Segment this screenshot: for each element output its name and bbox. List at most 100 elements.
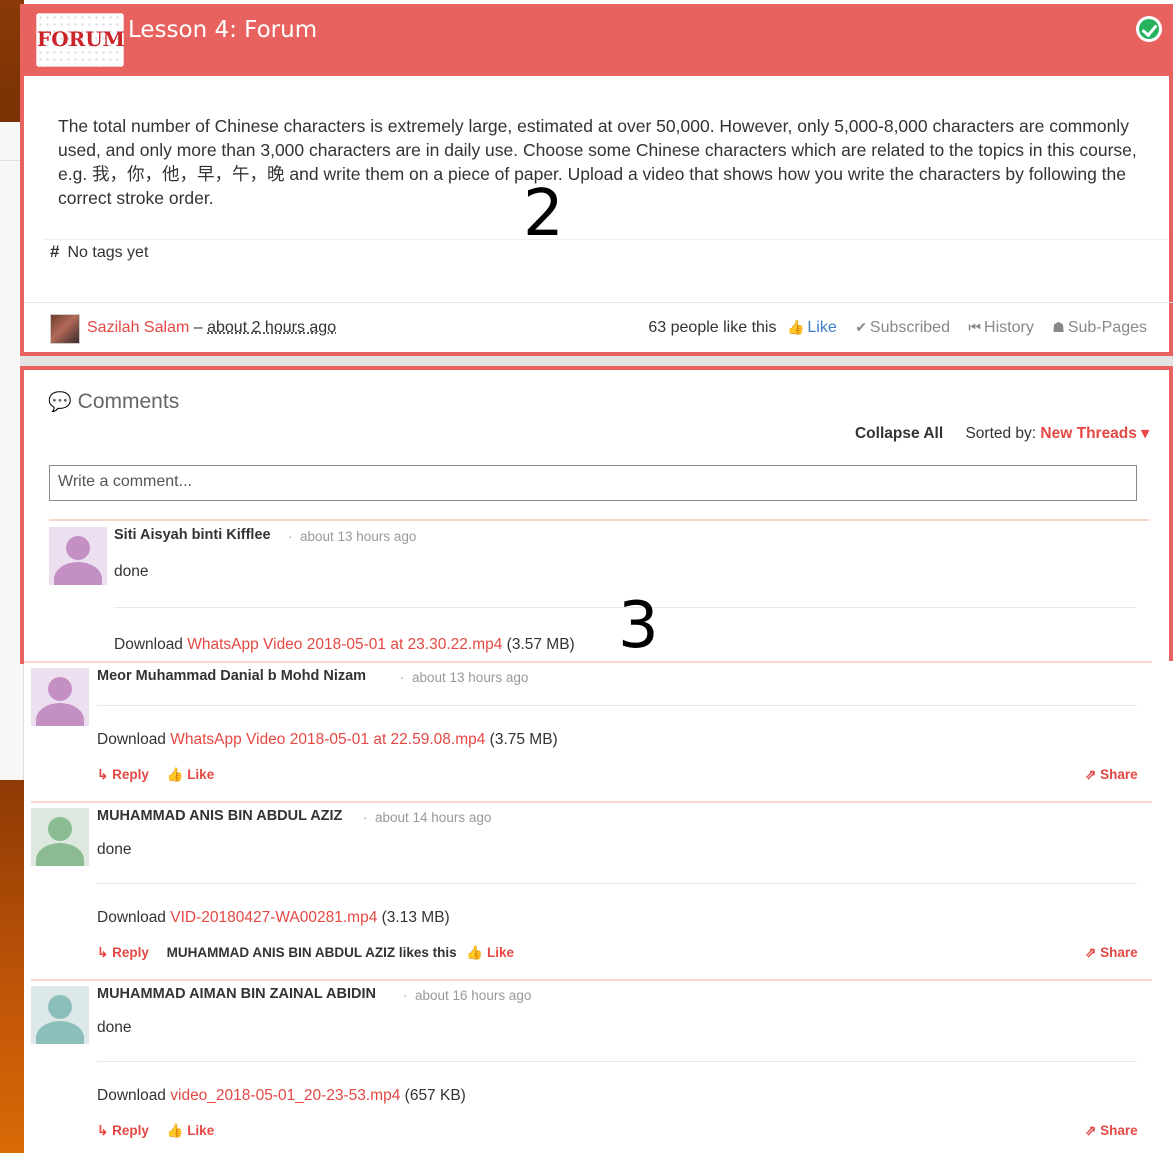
subpages-button[interactable]: ☗ Sub-Pages [1052,319,1147,336]
tags-label: No tags yet [67,244,149,261]
download-row: Download VID-20180427-WA00281.mp4 (3.13 … [97,909,450,927]
sitemap-icon: ☗ [1052,319,1065,335]
posted-time: about 2 hours ago [207,319,337,336]
download-label: Download [97,909,166,926]
like-icon: 👍 [166,1123,184,1138]
file-size: (657 KB) [404,1087,466,1104]
comment-author[interactable]: MUHAMMAD AIMAN BIN ZAINAL ABIDIN [97,986,376,1002]
comment-input[interactable]: Write a comment... [49,465,1137,501]
check-icon: ✔ [855,319,867,335]
sort-value: New Threads [1040,425,1137,442]
comment-time: · about 16 hours ago [403,988,532,1003]
sorted-by-label: Sorted by: [965,425,1037,442]
comment-author[interactable]: MUHAMMAD ANIS BIN ABDUL AZIZ [97,808,342,824]
reply-button[interactable]: ↳ Reply [97,1123,149,1138]
sort-row: Collapse All Sorted by: New Threads ▾ [855,424,1149,443]
reply-button[interactable]: ↳ Reply [97,767,149,782]
divider [31,801,1152,803]
author-row: Sazilah Salam – about 2 hours ago [87,319,336,337]
download-label: Download [97,1087,166,1104]
share-button[interactable]: ⇗ Share [1085,945,1138,961]
comments-card: 💬 Comments Collapse All Sorted by: New Th… [20,366,1173,664]
annotation-number: 3 [618,589,659,663]
comment-text: done [114,563,149,580]
history-icon: ⏮ [968,319,982,335]
lesson-description: The total number of Chinese characters i… [58,116,1137,208]
tags-row: # No tags yet [50,242,148,262]
subpages-label: Sub-Pages [1067,319,1147,336]
author-avatar[interactable] [50,314,80,344]
share-icon: ⇗ [1085,1123,1097,1138]
reply-label: Reply [112,945,149,960]
download-file-link[interactable]: WhatsApp Video 2018-05-01 at 22.59.08.mp… [170,731,485,748]
history-button[interactable]: ⏮ History [968,319,1033,336]
collapse-all-button[interactable]: Collapse All [855,425,943,442]
page-title: Lesson 4: Forum [128,17,318,43]
download-row: Download WhatsApp Video 2018-05-01 at 22… [97,731,558,749]
download-file-link[interactable]: video_2018-05-01_20-23-53.mp4 [170,1087,400,1104]
lesson-header: FORUM Lesson 4: Forum [24,4,1173,76]
download-file-link[interactable]: WhatsApp Video 2018-05-01 at 23.30.22.mp… [187,636,502,653]
author-link[interactable]: Sazilah Salam [87,319,189,336]
caret-down-icon: ▾ [1141,425,1149,442]
annotation-number: 2 [523,177,564,251]
author-dash: – [193,319,203,336]
comment-actions: ↳ Reply 👍 Like [97,767,214,783]
share-icon: ⇗ [1085,945,1097,960]
forum-screenshot-top: FORUM Lesson 4: Forum The total number o… [20,4,1173,664]
comment-author[interactable]: Siti Aisyah binti Kifflee [114,527,271,543]
comments-icon: 💬 [48,392,72,413]
like-button[interactable]: 👍 Like [167,1123,215,1138]
reply-icon: ↳ [97,1123,109,1138]
avatar[interactable] [31,668,89,726]
hash-icon: # [50,242,60,261]
avatar[interactable] [49,527,107,585]
check-circle-icon [1136,16,1162,42]
download-label: Download [97,731,166,748]
comment-actions: ↳ Reply MUHAMMAD ANIS BIN ABDUL AZIZ lik… [97,945,514,961]
comment-text: done [97,1019,132,1036]
comment-time-text: about 14 hours ago [375,810,492,825]
like-icon: 👍 [166,767,184,782]
like-button[interactable]: 👍 Like [167,767,215,782]
likers-text[interactable]: MUHAMMAD ANIS BIN ABDUL AZIZ likes this [167,945,457,960]
divider [31,979,1152,981]
divider [97,883,1137,884]
subscribed-button[interactable]: ✔ Subscribed [855,319,950,336]
avatar[interactable] [31,986,89,1044]
thumbs-up-icon: 👍 [786,319,805,335]
like-button[interactable]: 👍 Like [787,319,837,336]
divider [97,705,1137,706]
subscribed-label: Subscribed [869,319,950,336]
comment-time-text: about 16 hours ago [415,988,532,1003]
like-label: Like [187,1123,215,1138]
reply-label: Reply [112,1123,149,1138]
forum-logo: FORUM [36,13,125,67]
avatar[interactable] [31,808,89,866]
sort-dropdown[interactable]: New Threads ▾ [1040,425,1149,442]
comment-time-text: about 13 hours ago [300,529,417,544]
like-icon: 👍 [466,945,484,960]
comment-time: · about 14 hours ago [363,810,492,825]
reply-button[interactable]: ↳ Reply [97,945,149,960]
download-file-link[interactable]: VID-20180427-WA00281.mp4 [170,909,377,926]
comment-time-text: about 13 hours ago [412,670,529,685]
share-button[interactable]: ⇗ Share [1085,1123,1138,1139]
likes-count: 63 people like this [648,319,777,336]
download-label: Download [114,636,183,653]
like-label: Like [807,319,837,336]
like-button[interactable]: 👍 Like [466,945,514,960]
file-size: (3.13 MB) [381,909,450,926]
download-row: Download video_2018-05-01_20-23-53.mp4 (… [97,1087,466,1105]
comment-time: · about 13 hours ago [400,670,529,685]
share-button[interactable]: ⇗ Share [1085,767,1138,783]
comment-author[interactable]: Meor Muhammad Danial b Mohd Nizam [97,668,366,684]
divider [97,1061,1137,1062]
reply-label: Reply [112,767,149,782]
post-actions: 63 people like this 👍 Like ✔ Subscribed ⏮ H… [648,319,1147,337]
comment-actions: ↳ Reply 👍 Like [97,1123,214,1139]
divider [24,302,1173,303]
slide-background-bottom [0,780,24,1153]
share-icon: ⇗ [1085,767,1097,782]
share-label: Share [1100,1123,1138,1138]
